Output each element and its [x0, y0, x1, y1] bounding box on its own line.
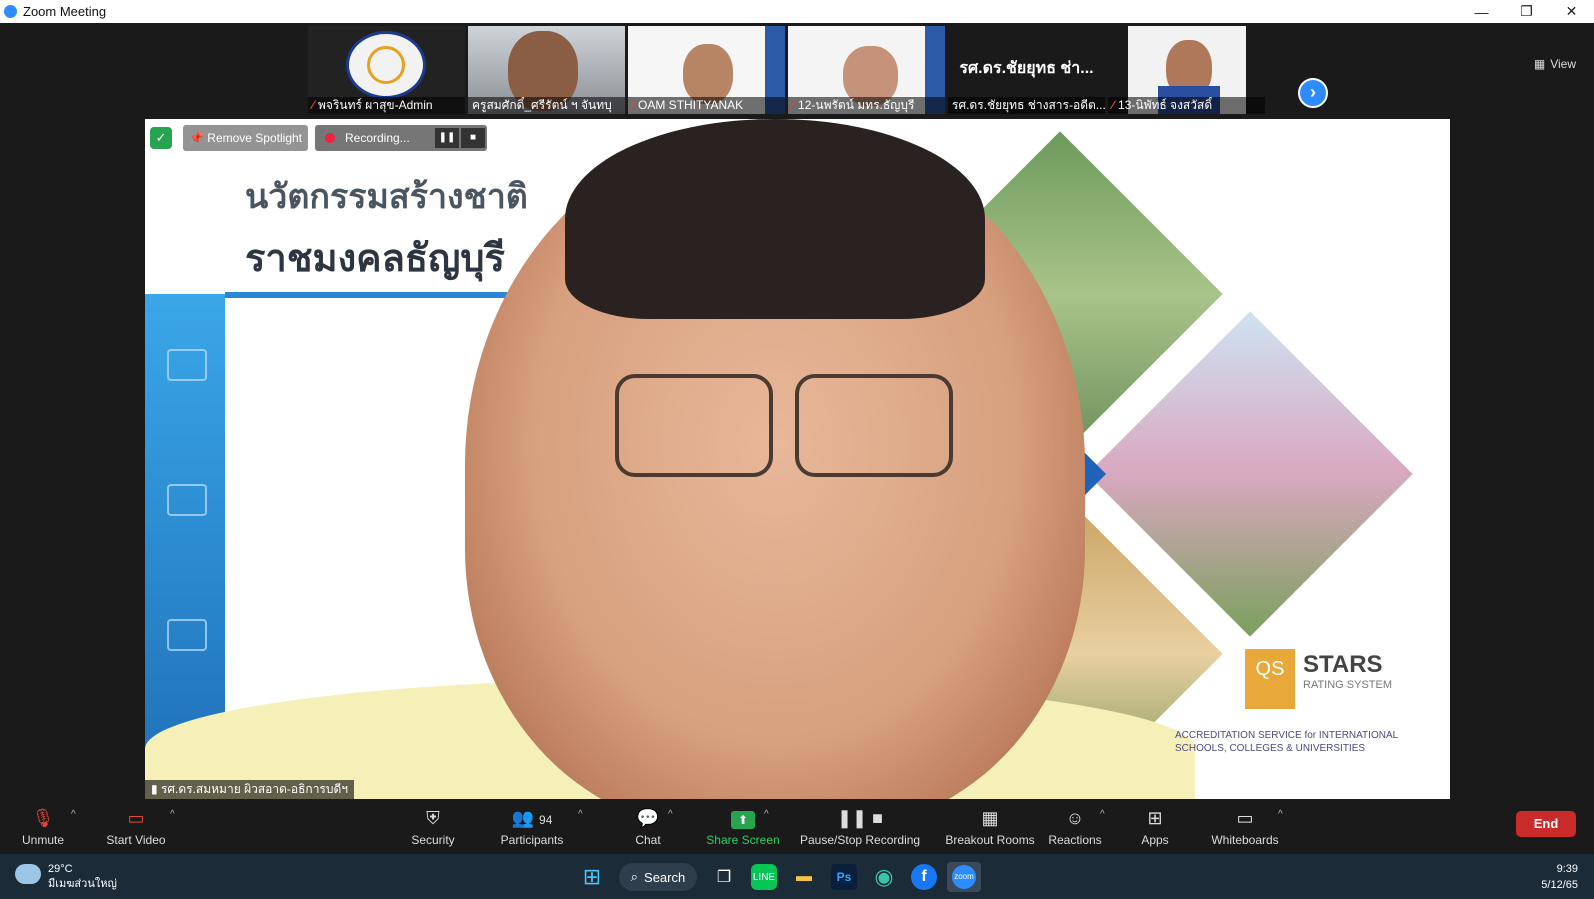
emoji-icon: ☺: [1065, 808, 1085, 828]
share-arrow-icon: ⬆: [731, 811, 755, 829]
participant-name: ครูสมศักดิ์_ศรีรัตน์ ฯ จันทบุ: [468, 97, 625, 114]
breakout-rooms-button[interactable]: ▦ Breakout Rooms: [945, 807, 1035, 847]
signal-icon: ▮: [151, 782, 161, 796]
shield-check-icon: ✓: [150, 127, 172, 149]
home-icon: [167, 349, 207, 381]
minimize-button[interactable]: —: [1459, 0, 1504, 23]
mic-muted-icon: ⁄: [632, 98, 635, 112]
record-icon: [325, 133, 335, 143]
gallery-strip: ⁄ พจรินทร์ ผาสุข-Admin ครูสมศักดิ์_ศรีรัต…: [0, 23, 1594, 118]
pause-stop-icon: ❚❚ ■: [836, 808, 884, 828]
participant-tile[interactable]: ⁄ OAM STHITYANAK: [628, 26, 785, 114]
next-page-button[interactable]: ›: [1298, 78, 1328, 108]
security-button[interactable]: ⛨ Security: [410, 807, 456, 847]
grid-icon: ▦: [981, 808, 999, 828]
maximize-button[interactable]: ❐: [1504, 0, 1549, 23]
faculty-logo: [346, 31, 426, 99]
mic-muted-icon: ⁄: [312, 98, 315, 112]
stop-recording-button[interactable]: ■: [461, 128, 485, 148]
participant-name: ⁄ 13-นิพัทธ์ จงสวัสดิ์: [1108, 97, 1265, 114]
participant-tile[interactable]: ⁄ 13-นิพัทธ์ จงสวัสดิ์: [1108, 26, 1265, 114]
zoom-taskbar-icon[interactable]: zoom: [947, 862, 981, 892]
chat-icon: 💬: [636, 808, 660, 828]
video-off-icon: ▭: [127, 808, 145, 828]
share-options-caret[interactable]: ^: [764, 809, 769, 820]
close-button[interactable]: ✕: [1549, 0, 1594, 23]
window-title: Zoom Meeting: [23, 4, 107, 19]
search-icon: ⌕: [630, 869, 639, 884]
line-app-icon[interactable]: LINE: [751, 864, 777, 890]
spotlight-video: นวัตกรรมสร้างชาติ ราชมงคลธัญบุรี QS STAR…: [145, 119, 1450, 799]
task-view-icon[interactable]: ❐: [707, 862, 741, 892]
participant-name: ⁄ 12-นพรัตน์ มทร.ธัญบุรี: [788, 97, 945, 114]
recording-indicator: Recording... ❚❚ ■: [315, 125, 487, 151]
participant-video: [683, 44, 733, 104]
share-screen-button[interactable]: ⬆ Share Screen: [705, 807, 781, 847]
participants-button[interactable]: 👥 94 Participants: [500, 807, 564, 847]
edge-icon[interactable]: ◉: [867, 862, 901, 892]
participant-tile[interactable]: ⁄ พจรินทร์ ผาสุข-Admin: [308, 26, 465, 114]
asic-logo: ACCREDITATION SERVICE for INTERNATIONAL …: [1175, 730, 1398, 754]
windows-start-icon[interactable]: ⊞: [575, 862, 609, 892]
whiteboards-button[interactable]: ▭ Whiteboards: [1205, 807, 1285, 847]
chat-button[interactable]: 💬 Chat: [630, 807, 666, 847]
windows-taskbar: 29°C มีเมฆส่วนใหญ่ ⊞ ⌕ Search ❐ LINE ▬ Ps…: [0, 854, 1594, 899]
house-icon: [167, 619, 207, 651]
taskbar-search[interactable]: ⌕ Search: [619, 863, 697, 891]
participants-options-caret[interactable]: ^: [578, 809, 583, 820]
system-clock[interactable]: 9:39 5/12/65: [1541, 861, 1578, 893]
apps-button[interactable]: ⊞ Apps: [1135, 807, 1175, 847]
facebook-icon[interactable]: f: [911, 864, 937, 890]
apps-icon: ⊞: [1147, 808, 1163, 828]
pause-recording-button[interactable]: ❚❚: [435, 128, 459, 148]
participant-name: รศ.ดร.ชัยยุทธ ช่างสาร-อดีต...: [948, 97, 1105, 114]
photoshop-icon[interactable]: Ps: [831, 864, 857, 890]
participant-name: ⁄ OAM STHITYANAK: [628, 97, 785, 114]
video-options-caret[interactable]: ^: [170, 809, 175, 820]
unmute-button[interactable]: 🎙 Unmute: [20, 807, 66, 847]
building-icon: [167, 484, 207, 516]
qs-stars-logo: QS STARS RATING SYSTEM: [1245, 649, 1415, 709]
weather-widget[interactable]: 29°C มีเมฆส่วนใหญ่: [15, 862, 117, 892]
file-explorer-icon[interactable]: ▬: [787, 862, 821, 892]
participant-tile[interactable]: รศ.ดร.ชัยยุทธ ช่า... รศ.ดร.ชัยยุทธ ช่างส…: [948, 26, 1105, 114]
title-bar: Zoom Meeting — ❐ ✕: [0, 0, 1594, 23]
cloud-icon: [15, 864, 41, 884]
mic-muted-icon: ⁄: [1112, 98, 1115, 112]
slide-title-2: ราชมงคลธัญบุรี: [245, 238, 505, 280]
pause-stop-recording-button[interactable]: ❚❚ ■ Pause/Stop Recording: [800, 807, 920, 847]
reactions-options-caret[interactable]: ^: [1100, 809, 1105, 820]
participant-display-name: รศ.ดร.ชัยยุทธ ช่า...: [959, 60, 1094, 77]
people-icon: 👥: [511, 808, 535, 828]
slide-title-1: นวัตกรรมสร้างชาติ: [245, 178, 528, 216]
mic-muted-icon: 🎙: [31, 808, 55, 828]
audio-options-caret[interactable]: ^: [71, 809, 76, 820]
participants-count: 94: [539, 813, 553, 827]
zoom-app-icon: [4, 5, 17, 18]
participant-name: ⁄ พจรินทร์ ผาสุข-Admin: [308, 97, 465, 114]
speaker-name-label: ▮ รศ.ดร.สมหมาย ผิวสอาด-อธิการบดีฯ: [145, 780, 355, 799]
chat-options-caret[interactable]: ^: [668, 809, 673, 820]
reactions-button[interactable]: ☺ Reactions: [1045, 807, 1105, 847]
meeting-toolbar: 🎙 Unmute ^ ▭ Start Video ^ ⛨ Security 👥 …: [0, 799, 1594, 854]
grid-icon: ▦: [1533, 57, 1546, 71]
end-meeting-button[interactable]: End: [1516, 811, 1576, 837]
participant-tile[interactable]: ⁄ 12-นพรัตน์ มทร.ธัญบุรี: [788, 26, 945, 114]
glasses: [615, 374, 773, 477]
mic-muted-icon: ⁄: [792, 98, 795, 112]
remove-spotlight-button[interactable]: 📌 Remove Spotlight: [183, 125, 308, 151]
shield-icon: ⛨: [426, 808, 440, 828]
participant-tile[interactable]: ครูสมศักดิ์_ศรีรัตน์ ฯ จันทบุ: [468, 26, 625, 114]
pin-icon: 📌: [189, 131, 208, 145]
start-video-button[interactable]: ▭ Start Video: [104, 807, 168, 847]
view-button[interactable]: ▦ View: [1534, 57, 1576, 71]
whiteboard-options-caret[interactable]: ^: [1278, 809, 1283, 820]
whiteboard-icon: ▭: [1236, 808, 1254, 828]
